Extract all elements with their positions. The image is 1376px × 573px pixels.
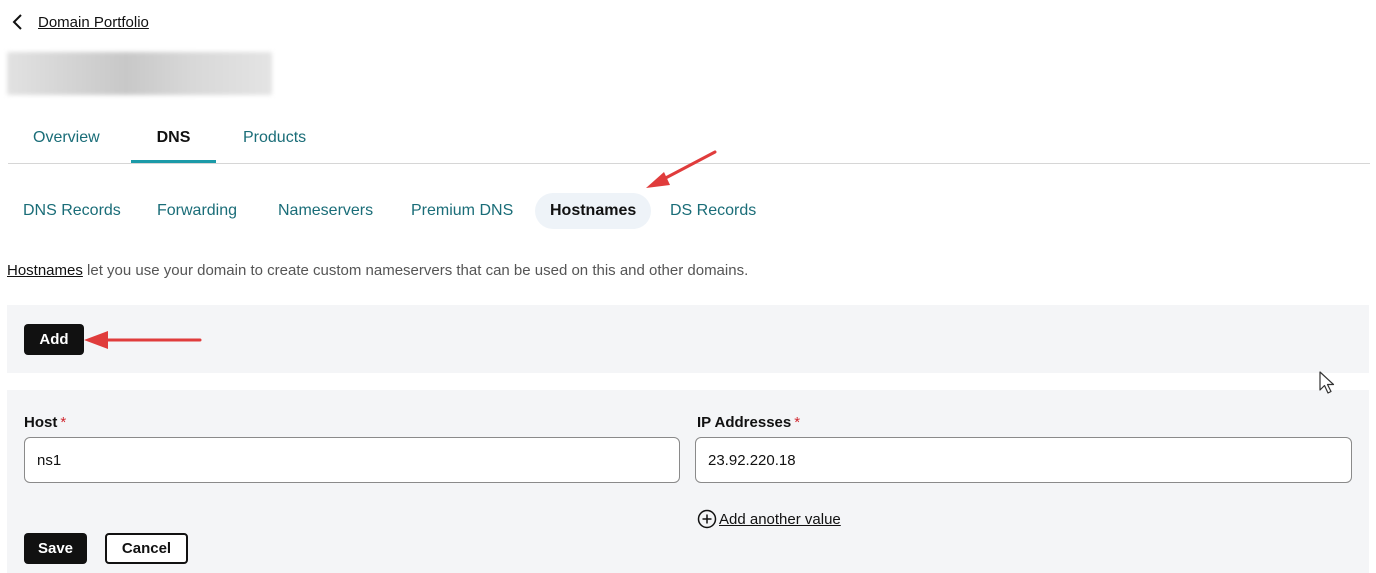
mouse-cursor-icon xyxy=(1319,371,1335,394)
domain-name-redacted xyxy=(7,52,272,95)
required-marker: * xyxy=(60,414,67,431)
add-another-value-link[interactable]: Add another value xyxy=(697,508,841,530)
save-button[interactable]: Save xyxy=(24,533,87,564)
breadcrumb: Domain Portfolio xyxy=(8,10,149,34)
add-toolbar: Add xyxy=(7,305,1369,373)
annotation-arrow-hostnames xyxy=(646,150,717,188)
subtab-forwarding[interactable]: Forwarding xyxy=(157,193,237,229)
host-input[interactable] xyxy=(24,437,680,483)
description-text: let you use your domain to create custom… xyxy=(82,262,749,279)
tab-overview[interactable]: Overview xyxy=(33,116,100,162)
add-hostname-button[interactable]: Add xyxy=(24,324,84,355)
ip-address-input[interactable] xyxy=(695,437,1352,483)
tab-products[interactable]: Products xyxy=(243,116,306,162)
hostname-form: Host* IP Addresses* Add another value Sa… xyxy=(7,390,1369,573)
back-to-domain-portfolio-link[interactable]: Domain Portfolio xyxy=(38,14,149,31)
cancel-button[interactable]: Cancel xyxy=(105,533,188,564)
subtab-dns-records[interactable]: DNS Records xyxy=(23,193,121,229)
tab-dns[interactable]: DNS xyxy=(131,116,216,163)
host-label-text: Host xyxy=(24,414,58,431)
ip-addresses-label: IP Addresses * xyxy=(697,414,800,431)
add-another-value-label: Add another value xyxy=(719,510,841,528)
hostnames-description: Hostnames let you use your domain to cre… xyxy=(7,262,748,279)
subtab-hostnames[interactable]: Hostnames xyxy=(535,193,652,229)
annotation-arrow-add xyxy=(84,331,202,349)
chevron-left-icon[interactable] xyxy=(8,12,28,32)
required-marker: * xyxy=(794,414,801,431)
subtab-premium-dns[interactable]: Premium DNS xyxy=(411,193,513,229)
subtab-ds-records[interactable]: DS Records xyxy=(670,193,756,229)
hostnames-help-link[interactable]: Hostnames xyxy=(7,262,83,279)
plus-circle-icon xyxy=(697,509,717,529)
ip-label-text: IP Addresses xyxy=(697,414,792,431)
subtab-nameservers[interactable]: Nameservers xyxy=(278,193,373,229)
host-label: Host * xyxy=(24,414,66,431)
